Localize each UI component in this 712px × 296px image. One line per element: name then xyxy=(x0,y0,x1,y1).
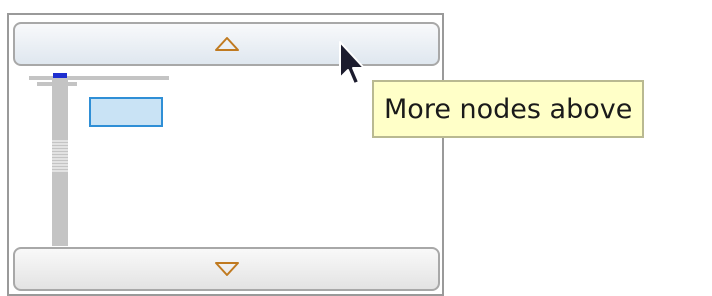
node-tree-preview xyxy=(9,71,209,246)
scroll-down-button[interactable] xyxy=(13,247,440,291)
node-marker xyxy=(53,73,67,78)
triangle-down-outline-icon xyxy=(214,261,240,277)
node-navigator-panel xyxy=(7,13,444,296)
scroll-up-button[interactable] xyxy=(13,22,440,66)
triangle-up-outline-icon xyxy=(214,36,240,52)
tooltip-text: More nodes above xyxy=(384,93,633,125)
mouse-pointer-icon xyxy=(337,40,367,92)
selected-node[interactable] xyxy=(89,97,163,127)
tooltip: More nodes above xyxy=(372,80,645,138)
